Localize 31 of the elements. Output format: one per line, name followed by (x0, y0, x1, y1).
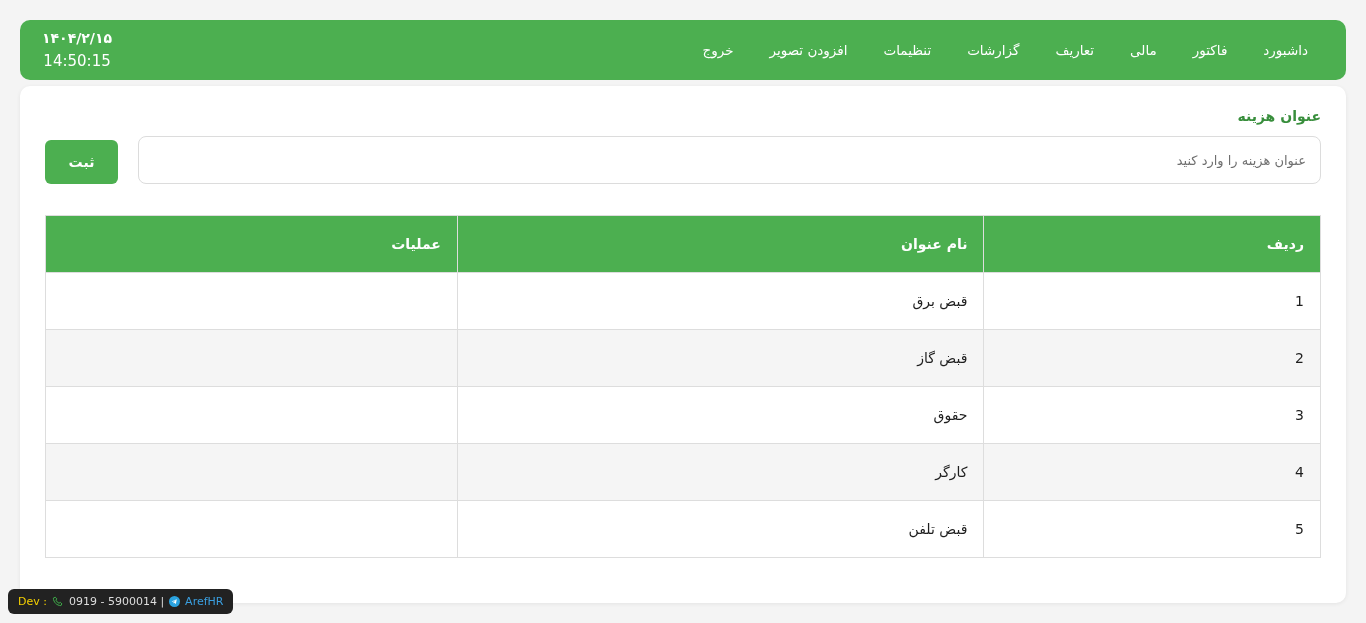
nav-link[interactable]: گزارشات (949, 36, 1038, 64)
table-header-cell: ردیف (983, 215, 1321, 273)
expense-title-input[interactable]: عنوان هزینه را وارد کنید (138, 136, 1321, 184)
table-cell: 1 (983, 272, 1321, 330)
table-cell: کارگر (457, 443, 984, 501)
nav-link[interactable]: داشبورد (1245, 36, 1326, 64)
table-cell: 2 (983, 329, 1321, 387)
telegram-handle-link[interactable]: ArefHR (185, 595, 224, 608)
date-text: ۱۴۰۴/۲/۱۵ (42, 30, 113, 46)
table-header-cell: عملیات (45, 215, 458, 273)
nav-link[interactable]: مالی (1112, 36, 1175, 64)
form-label: عنوان هزینه (1237, 108, 1321, 124)
nav-link[interactable]: افزودن تصویر (751, 36, 866, 64)
table-cell: 5 (983, 500, 1321, 558)
nav-link[interactable]: خروج (684, 36, 752, 64)
table-cell: قبض تلفن (457, 500, 984, 558)
phone-number: 0919 - 5900014 | (68, 595, 165, 608)
phone-icon (51, 595, 64, 608)
table-cell: قبض برق (457, 272, 984, 330)
telegram-icon (169, 596, 181, 607)
submit-button[interactable]: ثبت (45, 140, 118, 184)
table-cell: 4 (983, 443, 1321, 501)
table-cell: قبض گاز (457, 329, 984, 387)
table-header-cell: نام عنوان (457, 215, 984, 273)
table-cell: حقوق (457, 386, 984, 444)
nav-link[interactable]: تنظیمات (865, 36, 950, 64)
nav-link[interactable]: فاکتور (1174, 36, 1246, 64)
table-cell: 3 (983, 386, 1321, 444)
nav-link[interactable]: تعاریف (1037, 36, 1113, 64)
time-text: 14:50:15 (43, 52, 111, 70)
dev-label: Dev : (18, 595, 47, 608)
